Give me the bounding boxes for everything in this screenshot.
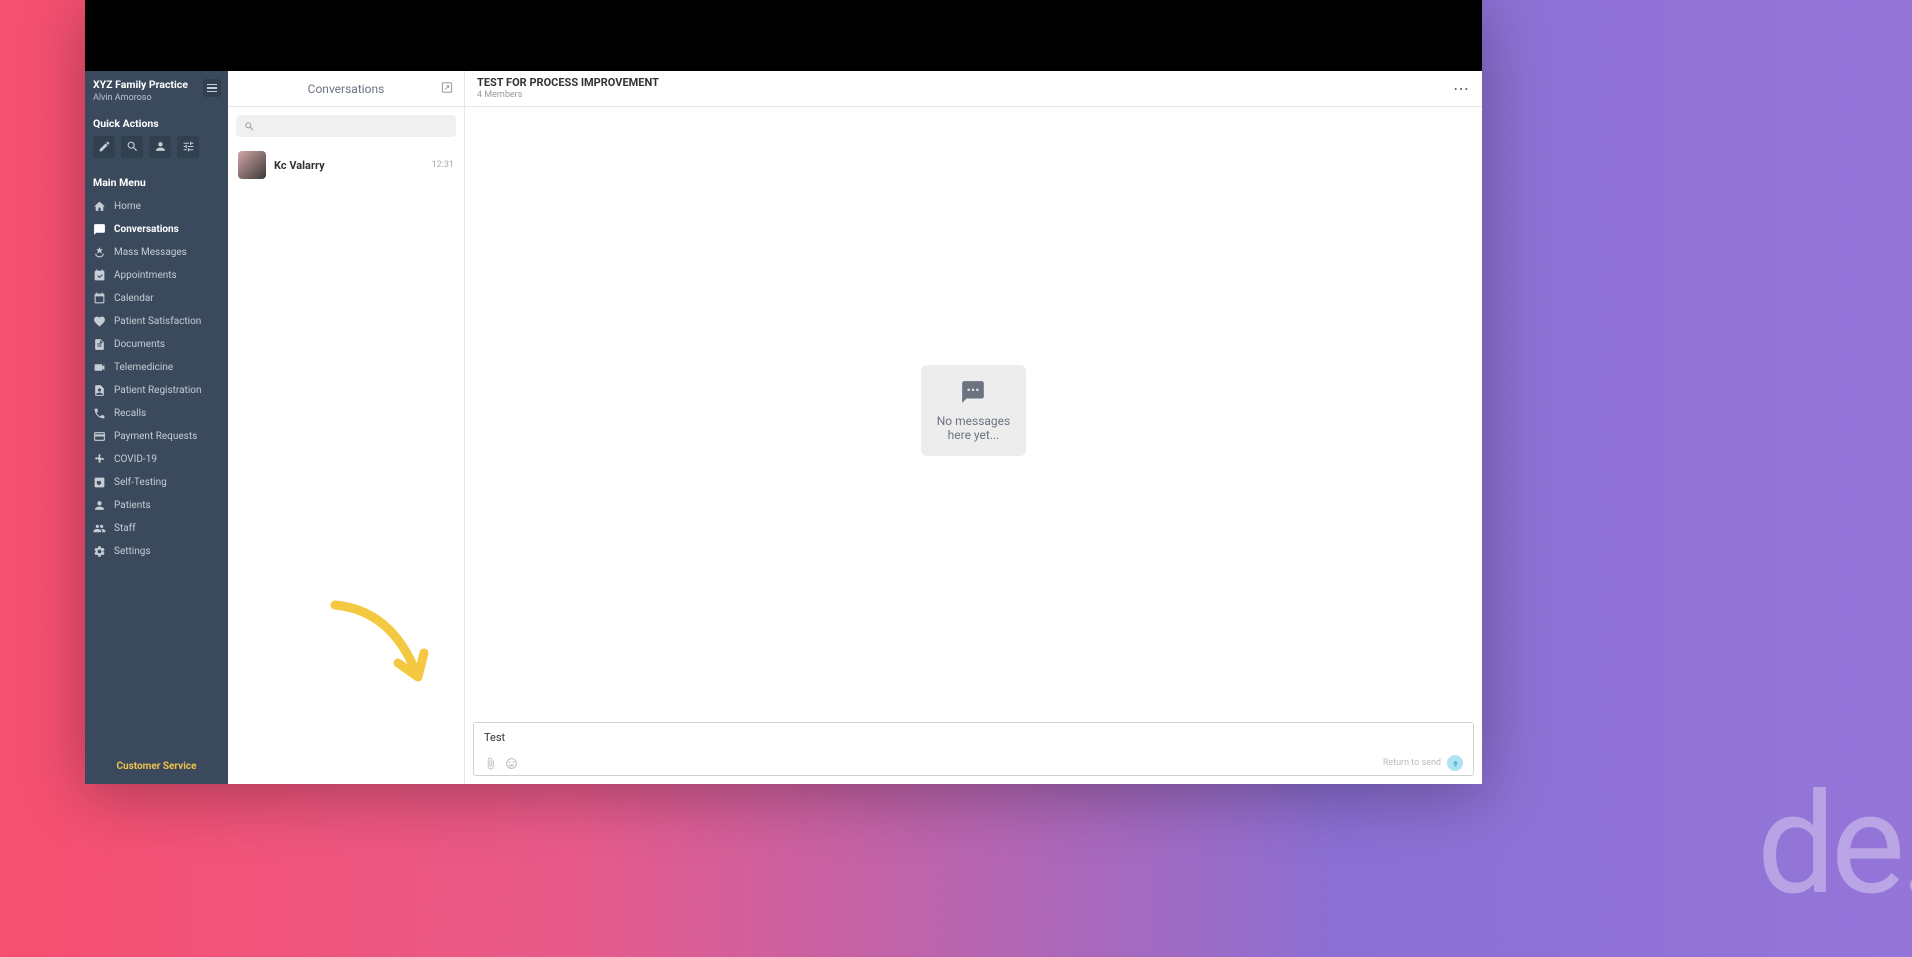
sidebar-item-self-testing[interactable]: Self-Testing (85, 471, 228, 494)
chat-icon (93, 223, 106, 236)
sidebar-item-label: Self-Testing (114, 477, 167, 488)
conversation-time: 12:31 (432, 160, 454, 170)
home-icon (93, 200, 106, 213)
sidebar-item-label: Patient Registration (114, 385, 201, 396)
chat-members-count[interactable]: 4 Members (477, 90, 659, 100)
sidebar-item-label: Patient Satisfaction (114, 316, 201, 327)
sidebar-item-staff[interactable]: Staff (85, 517, 228, 540)
chat-more-menu[interactable]: ⋯ (1453, 79, 1470, 98)
sidebar-item-label: Mass Messages (114, 247, 187, 258)
sidebar-item-settings[interactable]: Settings (85, 540, 228, 563)
quick-action-compose[interactable] (93, 136, 115, 158)
sidebar: XYZ Family Practice Alvin Amoroso Quick … (85, 71, 228, 784)
sidebar-item-telemedicine[interactable]: Telemedicine (85, 356, 228, 379)
broadcast-icon (93, 246, 106, 259)
sidebar-item-recalls[interactable]: Recalls (85, 402, 228, 425)
sidebar-item-appointments[interactable]: Appointments (85, 264, 228, 287)
conversation-item[interactable]: Kc Valarry 12:31 (228, 145, 464, 185)
telemed-icon (93, 361, 106, 374)
document-icon (93, 338, 106, 351)
return-to-send-label: Return to send (1383, 758, 1441, 768)
main-menu-title: Main Menu (85, 168, 228, 195)
conversations-title: Conversations (308, 82, 385, 96)
sidebar-item-label: Settings (114, 546, 151, 557)
avatar (238, 151, 266, 179)
sidebar-item-label: Payment Requests (114, 431, 197, 442)
quick-actions-title: Quick Actions (85, 109, 228, 136)
staff-icon (93, 522, 106, 535)
conversation-search-input[interactable] (236, 115, 456, 137)
sidebar-item-label: COVID-19 (114, 454, 157, 465)
chat-title: TEST FOR PROCESS IMPROVEMENT (477, 77, 659, 89)
sidebar-item-patient-registration[interactable]: Patient Registration (85, 379, 228, 402)
empty-messages-state: No messages here yet... (921, 365, 1026, 456)
sidebar-item-payment-requests[interactable]: Payment Requests (85, 425, 228, 448)
sidebar-item-label: Documents (114, 339, 165, 350)
customer-service-link[interactable]: Customer Service (85, 749, 228, 784)
new-conversation-button[interactable] (440, 80, 454, 97)
selftest-icon (93, 476, 106, 489)
empty-text-line1: No messages (937, 414, 1010, 428)
message-composer: Return to send (473, 722, 1474, 776)
sidebar-item-label: Calendar (114, 293, 154, 304)
quick-action-search[interactable] (121, 136, 143, 158)
sidebar-item-label: Home (114, 201, 141, 212)
payment-icon (93, 430, 106, 443)
appointments-icon (93, 269, 106, 282)
sidebar-item-patients[interactable]: Patients (85, 494, 228, 517)
sidebar-item-label: Conversations (114, 224, 179, 235)
practice-name: XYZ Family Practice (93, 79, 188, 92)
message-input[interactable] (474, 723, 1473, 751)
conversation-name: Kc Valarry (274, 159, 424, 172)
user-name: Alvin Amoroso (93, 93, 188, 103)
settings-icon (93, 545, 106, 558)
attachment-icon[interactable] (484, 757, 497, 770)
sidebar-toggle-button[interactable] (203, 79, 221, 97)
sidebar-item-calendar[interactable]: Calendar (85, 287, 228, 310)
app-window: XYZ Family Practice Alvin Amoroso Quick … (85, 0, 1482, 784)
quick-action-filters[interactable] (177, 136, 199, 158)
sidebar-item-patient-satisfaction[interactable]: Patient Satisfaction (85, 310, 228, 333)
sidebar-item-home[interactable]: Home (85, 195, 228, 218)
sidebar-item-conversations[interactable]: Conversations (85, 218, 228, 241)
covid-icon (93, 453, 106, 466)
sidebar-item-covid-19[interactable]: COVID-19 (85, 448, 228, 471)
emoji-icon[interactable] (505, 757, 518, 770)
black-header-bar (85, 0, 1482, 71)
sidebar-item-label: Telemedicine (114, 362, 173, 373)
sidebar-item-label: Patients (114, 500, 151, 511)
calendar-icon (93, 292, 106, 305)
registration-icon (93, 384, 106, 397)
sidebar-item-label: Recalls (114, 408, 146, 419)
background-watermark-text: de. (1757, 763, 1912, 927)
sidebar-item-label: Staff (114, 523, 136, 534)
heart-icon (93, 315, 106, 328)
sidebar-item-documents[interactable]: Documents (85, 333, 228, 356)
recall-icon (93, 407, 106, 420)
chat-area: TEST FOR PROCESS IMPROVEMENT 4 Members ⋯… (465, 71, 1482, 784)
conversation-list-panel: Conversations Kc Valarry 12:31 (228, 71, 465, 784)
sidebar-item-label: Appointments (114, 270, 177, 281)
sidebar-item-mass-messages[interactable]: Mass Messages (85, 241, 228, 264)
patients-icon (93, 499, 106, 512)
send-button[interactable] (1447, 755, 1463, 771)
empty-text-line2: here yet... (937, 428, 1010, 442)
chat-bubble-icon (960, 379, 986, 405)
quick-action-add-patient[interactable] (149, 136, 171, 158)
